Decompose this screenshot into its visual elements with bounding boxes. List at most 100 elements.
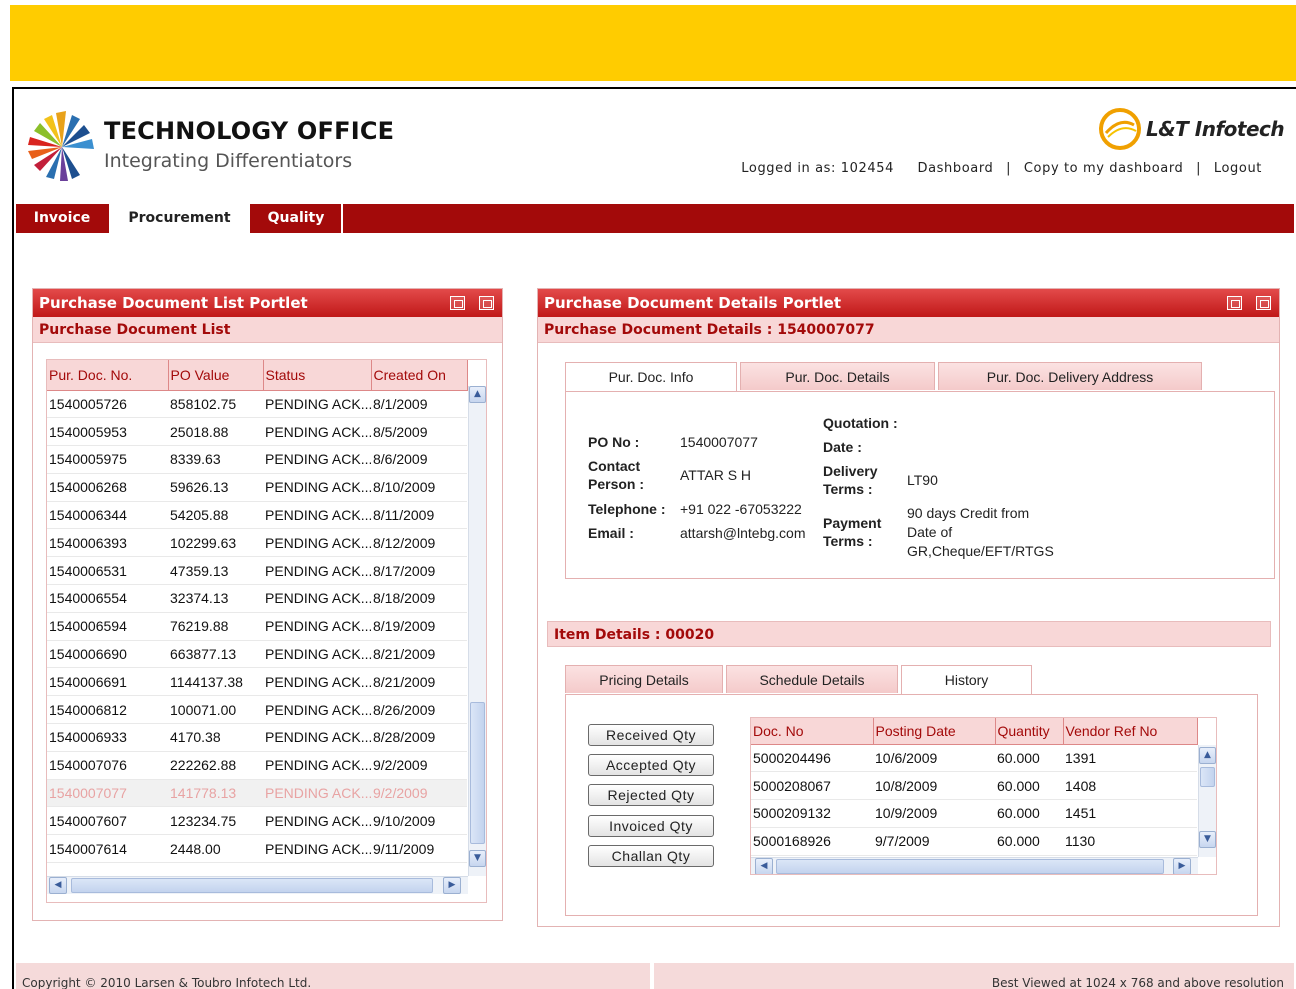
scroll-thumb[interactable] [71,878,433,893]
table-row[interactable]: 1540006531 47359.13 PENDING ACK... 8/17/200… [47,556,467,586]
scroll-up-icon[interactable]: ▲ [469,386,486,403]
table-cell: 1540006691 [47,667,168,697]
vertical-scrollbar[interactable]: ▲ ▼ [468,386,486,876]
table-row[interactable]: 1540006268 59626.13 PENDING ACK... 8/10/200… [47,473,467,502]
table-row[interactable]: 1540007607 123234.75 PENDING ACK... 9/10/20… [47,806,467,836]
table-cell: 141778.13 [168,779,263,808]
tab-pricing-details[interactable]: Pricing Details [565,665,723,693]
table-cell: 2448.00 [168,834,263,864]
footer-copyright: Copyright © 2010 Larsen & Toubro Infotec… [16,963,650,989]
table-cell: 1130 [1063,827,1197,856]
col-header-vendor-ref-no[interactable]: Vendor Ref No [1063,718,1198,745]
portlet-subtitle: Purchase Document List [33,317,502,343]
copy-to-dashboard-link[interactable]: Copy to my dashboard [1024,161,1184,176]
rejected-qty-button[interactable]: Rejected Qty [588,784,714,806]
scroll-thumb[interactable] [1200,767,1215,787]
lt-infotech-logo-icon [1099,108,1141,150]
scroll-thumb[interactable] [470,702,485,844]
table-cell: PENDING ACK... [263,751,371,780]
received-qty-button[interactable]: Received Qty [588,724,714,746]
tab-schedule-details[interactable]: Schedule Details [726,665,898,693]
horizontal-scrollbar[interactable]: ◀ ▶ [751,857,1198,874]
tab-procurement[interactable]: Procurement [109,204,250,233]
scroll-down-icon[interactable]: ▼ [469,850,486,867]
table-cell: 10/9/2009 [873,799,995,828]
payment-terms-line-2: Date of [907,524,953,540]
table-cell: PENDING ACK... [263,417,371,447]
scroll-thumb[interactable] [776,859,1164,874]
purchase-document-table: Pur. Doc. No. PO Value Status Created On… [47,360,468,864]
table-cell: 5000168926 [751,827,873,856]
col-header-created-on[interactable]: Created On [371,360,468,391]
scroll-left-icon[interactable]: ◀ [755,858,773,874]
tab-pur-doc-info[interactable]: Pur. Doc. Info [565,362,737,392]
scroll-up-icon[interactable]: ▲ [1199,747,1216,764]
table-row[interactable]: 1540005975 8339.63 PENDING ACK... 8/6/2009 [47,445,467,474]
table-cell: 1540006933 [47,723,168,752]
table-row[interactable]: 1540007077 141778.13 PENDING ACK... 9/2/200… [47,779,467,808]
scroll-right-icon[interactable]: ▶ [1173,858,1191,874]
table-row[interactable]: 1540006933 4170.38 PENDING ACK... 8/28/2009 [47,723,467,752]
maximize-icon[interactable] [479,296,494,310]
table-cell: 1540006393 [47,528,168,558]
table-row[interactable]: 1540005726 858102.75 PENDING ACK... 8/1/200… [47,390,467,419]
table-row[interactable]: 1540006594 76219.88 PENDING ACK... 8/19/200… [47,612,467,641]
invoiced-qty-button[interactable]: Invoiced Qty [588,815,714,837]
vertical-scrollbar[interactable]: ▲ ▼ [1198,745,1216,857]
table-cell: PENDING ACK... [263,584,371,613]
table-row[interactable]: 1540007076 222262.88 PENDING ACK... 9/2/200… [47,751,467,780]
col-header-doc-no[interactable]: Pur. Doc. No. [47,360,169,391]
table-row[interactable]: 1540007614 2448.00 PENDING ACK... 9/11/2009 [47,834,467,864]
logout-link[interactable]: Logout [1214,161,1262,176]
table-cell: 1540006812 [47,695,168,725]
minimize-icon[interactable] [1227,296,1242,310]
col-header-posting-date[interactable]: Posting Date [873,718,996,745]
tab-quality[interactable]: Quality [251,204,341,233]
technology-office-logo-icon [28,111,94,181]
table-cell: 858102.75 [168,390,263,419]
table-row[interactable]: 1540006344 54205.88 PENDING ACK... 8/11/200… [47,501,467,530]
tab-pur-doc-details[interactable]: Pur. Doc. Details [740,362,935,390]
table-cell: 222262.88 [168,751,263,780]
table-cell: 5000208067 [751,771,873,801]
table-row[interactable]: 1540006812 100071.00 PENDING ACK... 8/26/20… [47,695,467,725]
scroll-right-icon[interactable]: ▶ [443,877,461,894]
scroll-down-icon[interactable]: ▼ [1199,831,1216,848]
table-cell: 59626.13 [168,473,263,502]
horizontal-scrollbar[interactable]: ◀ ▶ [47,876,468,894]
table-cell: 1540005726 [47,390,168,419]
portlet-header: Purchase Document List Portlet [33,289,502,317]
col-header-doc-no[interactable]: Doc. No [751,718,874,745]
tab-history[interactable]: History [901,665,1032,695]
table-row[interactable]: 1540005953 25018.88 PENDING ACK... 8/5/2009 [47,417,467,447]
table-row[interactable]: 1540006554 32374.13 PENDING ACK... 8/18/200… [47,584,467,613]
table-cell: PENDING ACK... [263,445,371,474]
table-row[interactable]: 5000168926 9/7/2009 60.000 1130 [751,827,1197,856]
table-row[interactable]: 5000209132 10/9/2009 60.000 1451 [751,799,1197,828]
tab-invoice[interactable]: Invoice [16,204,108,233]
table-row[interactable]: 5000208067 10/8/2009 60.000 1408 [751,771,1197,801]
col-header-status[interactable]: Status [263,360,372,391]
dashboard-link[interactable]: Dashboard [917,161,993,176]
table-row[interactable]: 1540006690 663877.13 PENDING ACK... 8/21/20… [47,640,467,669]
table-header-row: Doc. No Posting Date Quantity Vendor Ref… [751,718,1198,745]
history-panel: Received Qty Accepted Qty Rejected Qty I… [565,694,1258,916]
table-cell: PENDING ACK... [263,834,371,864]
table-cell: 8/26/2009 [371,695,467,725]
email-value: attarsh@lntebg.com [680,525,806,541]
doc-info-tabs: Pur. Doc. Info Pur. Doc. Details Pur. Do… [565,362,1205,392]
table-row[interactable]: 1540006393 102299.63 PENDING ACK... 8/12/20… [47,528,467,558]
scroll-left-icon[interactable]: ◀ [49,877,67,894]
minimize-icon[interactable] [450,296,465,310]
maximize-icon[interactable] [1256,296,1271,310]
quotation-label: Quotation : [823,415,898,431]
col-header-quantity[interactable]: Quantity [995,718,1064,745]
col-header-po-value[interactable]: PO Value [168,360,264,391]
challan-qty-button[interactable]: Challan Qty [588,845,714,867]
table-row[interactable]: 5000204496 10/6/2009 60.000 1391 [751,744,1197,773]
table-row[interactable]: 1540006691 1144137.38 PENDING ACK... 8/21/2… [47,667,467,697]
accepted-qty-button[interactable]: Accepted Qty [588,754,714,776]
table-cell: 5000204496 [751,744,873,773]
brand-title: TECHNOLOGY OFFICE [104,117,395,145]
tab-pur-doc-delivery-address[interactable]: Pur. Doc. Delivery Address [938,362,1202,390]
